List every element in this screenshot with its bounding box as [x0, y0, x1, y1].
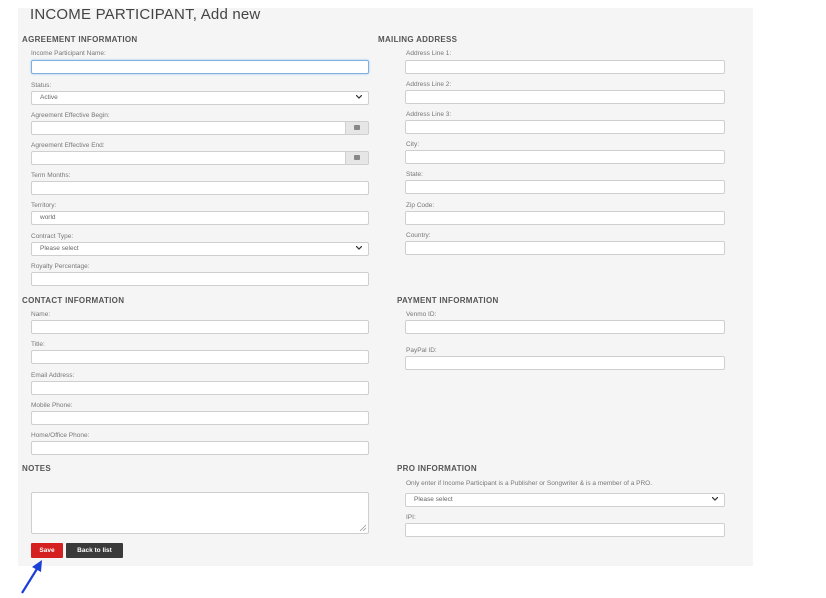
ipi-label: IPI: — [406, 514, 416, 521]
address-line2-label: Address Line 2: — [406, 81, 452, 88]
mailing-section-title: MAILING ADDRESS — [378, 35, 458, 44]
territory-input[interactable]: world — [31, 211, 369, 225]
term-months-label: Term Months: — [31, 172, 71, 179]
contract-type-value: Please select — [40, 245, 79, 252]
end-date-calendar-button[interactable] — [345, 152, 368, 164]
email-label: Email Address: — [31, 372, 75, 379]
country-label: Country: — [406, 232, 431, 239]
ipi-input[interactable] — [405, 523, 725, 537]
end-date-input[interactable] — [31, 151, 369, 165]
contact-title-input[interactable] — [31, 350, 369, 364]
contract-type-label: Contract Type: — [31, 233, 74, 240]
royalty-percentage-input[interactable] — [31, 272, 369, 286]
address-line3-input[interactable] — [405, 120, 725, 134]
contact-name-input[interactable] — [31, 320, 369, 334]
chevron-down-icon — [356, 95, 362, 99]
save-button[interactable]: Save — [31, 543, 63, 558]
home-phone-label: Home/Office Phone: — [31, 432, 90, 439]
calendar-icon — [354, 125, 360, 130]
status-value: Active — [40, 94, 58, 101]
participant-name-input[interactable] — [31, 60, 369, 74]
pro-hint-text: Only enter if Income Participant is a Pu… — [406, 480, 653, 487]
chevron-down-icon — [712, 497, 718, 501]
address-line1-input[interactable] — [405, 60, 725, 74]
paypal-id-input[interactable] — [405, 356, 725, 370]
pro-select[interactable]: Please select — [405, 493, 725, 507]
city-label: City: — [406, 141, 419, 148]
zip-code-label: Zip Code: — [406, 202, 435, 209]
state-label: State: — [406, 171, 423, 178]
calendar-icon — [354, 155, 360, 160]
back-to-list-button[interactable]: Back to list — [66, 543, 123, 558]
mobile-phone-label: Mobile Phone: — [31, 402, 73, 409]
city-input[interactable] — [405, 150, 725, 164]
payment-section-title: PAYMENT INFORMATION — [397, 296, 499, 305]
royalty-percentage-label: Royalty Percentage: — [31, 263, 90, 270]
begin-date-label: Agreement Effective Begin: — [31, 112, 110, 119]
arrow-pointer-icon — [21, 560, 42, 594]
term-months-input[interactable] — [31, 181, 369, 195]
venmo-id-input[interactable] — [405, 320, 725, 334]
paypal-id-label: PayPal ID: — [406, 347, 437, 354]
notes-textarea[interactable] — [31, 492, 369, 534]
chevron-down-icon — [356, 246, 362, 250]
address-line2-input[interactable] — [405, 90, 725, 104]
status-label: Status: — [31, 82, 52, 89]
participant-name-label: Income Participant Name: — [31, 50, 106, 57]
contact-section-title: CONTACT INFORMATION — [22, 296, 125, 305]
contract-type-select[interactable]: Please select — [31, 242, 369, 256]
status-select[interactable]: Active — [31, 91, 369, 105]
zip-code-input[interactable] — [405, 211, 725, 225]
mobile-phone-input[interactable] — [31, 411, 369, 425]
country-input[interactable] — [405, 241, 725, 255]
territory-label: Territory: — [31, 202, 57, 209]
email-input[interactable] — [31, 381, 369, 395]
territory-value: world — [40, 214, 56, 221]
contact-title-label: Title: — [31, 341, 45, 348]
address-line3-label: Address Line 3: — [406, 111, 452, 118]
notes-section-title: NOTES — [22, 464, 52, 473]
home-phone-input[interactable] — [31, 441, 369, 455]
begin-date-calendar-button[interactable] — [345, 122, 368, 134]
begin-date-input[interactable] — [31, 121, 369, 135]
address-line1-label: Address Line 1: — [406, 50, 452, 57]
venmo-id-label: Venmo ID: — [406, 311, 437, 318]
contact-name-label: Name: — [31, 311, 51, 318]
state-input[interactable] — [405, 180, 725, 194]
agreement-section-title: AGREEMENT INFORMATION — [22, 35, 138, 44]
pro-select-value: Please select — [414, 496, 453, 503]
pro-section-title: PRO INFORMATION — [397, 464, 477, 473]
resize-grip-icon[interactable] — [359, 524, 367, 532]
page-title: INCOME PARTICIPANT, Add new — [30, 6, 261, 23]
end-date-label: Agreement Effective End: — [31, 142, 105, 149]
